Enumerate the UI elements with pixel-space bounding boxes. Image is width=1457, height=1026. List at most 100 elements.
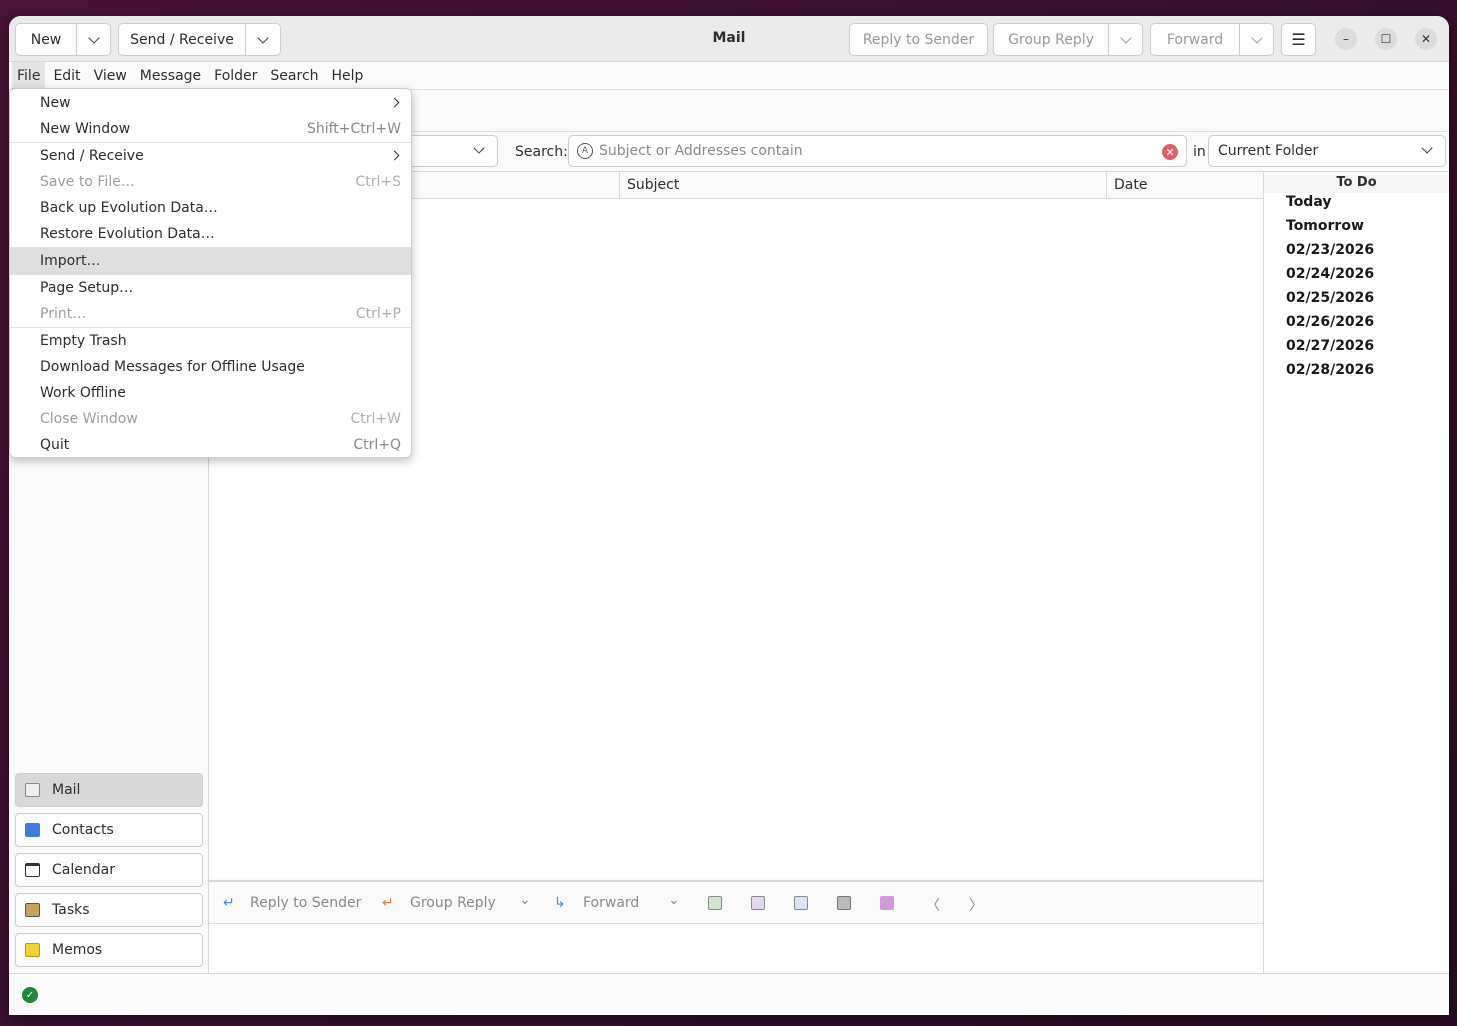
previous-icon[interactable]: 〈 [926, 895, 940, 915]
menu-item-label: Work Offline [40, 385, 126, 401]
switcher-tasks[interactable]: Tasks [15, 893, 203, 927]
column-divider [619, 172, 620, 199]
menu-item-label: Empty Trash [40, 333, 127, 349]
menu-item-label: Print… [40, 306, 87, 322]
search-label: Search: [515, 144, 568, 160]
column-date[interactable]: Date [1114, 177, 1147, 193]
close-button[interactable]: ✕ [1415, 28, 1437, 50]
file-menu-quit[interactable]: Quit Ctrl+Q [10, 432, 411, 458]
chevron-down-icon [473, 142, 485, 154]
menu-edit[interactable]: Edit [48, 62, 85, 90]
file-menu-new[interactable]: New [10, 90, 411, 116]
todo-item[interactable]: Tomorrow [1286, 218, 1364, 234]
file-menu-restore[interactable]: Restore Evolution Data… [10, 221, 411, 247]
chevron-down-icon[interactable]: ⌄ [519, 892, 531, 908]
group-reply-button[interactable]: Group Reply [993, 23, 1109, 56]
search-scope-combo[interactable]: Current Folder [1208, 135, 1446, 167]
preview-forward-button[interactable]: Forward [583, 895, 639, 911]
file-menu-print[interactable]: Print… Ctrl+P [10, 301, 411, 327]
todo-item[interactable]: 02/26/2026 [1286, 314, 1374, 330]
send-receive-dropdown-button[interactable] [246, 23, 281, 56]
image-icon[interactable] [880, 896, 894, 910]
column-divider [1106, 172, 1107, 199]
todo-item[interactable]: 02/27/2026 [1286, 338, 1374, 354]
menu-file[interactable]: File [12, 62, 46, 90]
menu-item-label: Send / Receive [40, 148, 144, 164]
switcher-memos[interactable]: Memos [15, 933, 203, 967]
todo-item[interactable]: 02/23/2026 [1286, 242, 1374, 258]
not-junk-icon[interactable] [794, 896, 808, 910]
next-icon[interactable]: 〉 [969, 895, 983, 915]
contacts-icon [25, 823, 40, 837]
menu-item-label: Download Messages for Offline Usage [40, 359, 305, 375]
delete-icon[interactable] [837, 896, 851, 910]
group-reply-dropdown-button[interactable] [1109, 23, 1143, 56]
switcher-mail[interactable]: Mail [15, 773, 203, 807]
file-menu-new-window[interactable]: New Window Shift+Ctrl+W [10, 116, 411, 142]
chevron-down-icon [1250, 31, 1263, 44]
preview-reply-to-sender-button[interactable]: Reply to Sender [250, 895, 361, 911]
menu-message[interactable]: Message [135, 62, 206, 90]
menu-folder[interactable]: Folder [209, 62, 262, 90]
chevron-right-icon [389, 150, 400, 161]
menu-view[interactable]: View [89, 62, 132, 90]
switcher-contacts[interactable]: Contacts [15, 813, 203, 847]
file-menu-dropdown: New New Window Shift+Ctrl+W Send / Receiv… [9, 88, 412, 458]
todo-item[interactable]: 02/24/2026 [1286, 266, 1374, 282]
file-menu-close-window[interactable]: Close Window Ctrl+W [10, 406, 411, 432]
menu-item-label: Restore Evolution Data… [40, 226, 215, 242]
file-menu-import[interactable]: Import… [10, 248, 411, 274]
menu-help[interactable]: Help [327, 62, 369, 90]
new-button-label: New [30, 31, 62, 48]
reply-to-sender-button[interactable]: Reply to Sender [849, 23, 988, 56]
forward-dropdown-button[interactable] [1240, 23, 1274, 56]
new-dropdown-button[interactable] [77, 23, 111, 56]
junk-icon[interactable] [751, 896, 765, 910]
chevron-down-icon[interactable]: ⌄ [668, 892, 680, 908]
menu-item-label: Import… [40, 253, 101, 269]
search-input[interactable]: A Subject or Addresses contain ✕ [568, 135, 1187, 167]
chevron-down-icon [257, 31, 269, 44]
online-status-icon: ✓ [22, 987, 38, 1003]
forward-icon: ↳ [554, 895, 566, 911]
menu-search[interactable]: Search [265, 62, 323, 90]
file-menu-back-up[interactable]: Back up Evolution Data… [10, 195, 411, 221]
file-menu-page-setup[interactable]: Page Setup… [10, 275, 411, 301]
todo-item[interactable]: Today [1286, 194, 1331, 210]
in-label: in [1193, 144, 1206, 160]
forward-button[interactable]: Forward [1150, 23, 1240, 56]
menu-shortcut: Ctrl+P [355, 306, 401, 322]
todo-item[interactable]: 02/25/2026 [1286, 290, 1374, 306]
reply-to-sender-label: Reply to Sender [862, 31, 975, 48]
file-menu-save-to-file[interactable]: Save to File… Ctrl+S [10, 169, 411, 195]
search-icon: A [577, 143, 593, 159]
close-icon: ✕ [1420, 32, 1432, 46]
file-menu-download-offline[interactable]: Download Messages for Offline Usage [10, 354, 411, 380]
file-menu-work-offline[interactable]: Work Offline [10, 380, 411, 406]
hamburger-menu-button[interactable]: ☰ [1281, 23, 1316, 56]
forward-label: Forward [1166, 31, 1224, 48]
switcher-contacts-label: Contacts [52, 822, 114, 838]
preview-group-reply-button[interactable]: Group Reply [410, 895, 496, 911]
column-subject[interactable]: Subject [627, 177, 679, 193]
clear-search-icon[interactable]: ✕ [1162, 144, 1178, 160]
menu-item-label: Quit [40, 437, 70, 453]
todo-title: To Do [1264, 175, 1449, 193]
reply-icon: ↵ [223, 895, 235, 911]
archive-icon[interactable] [708, 896, 722, 910]
menu-item-label: Close Window [40, 411, 138, 427]
todo-item[interactable]: 02/28/2026 [1286, 362, 1374, 378]
search-placeholder: Subject or Addresses contain [599, 143, 803, 159]
new-button[interactable]: New [15, 23, 77, 56]
calendar-icon [25, 863, 40, 877]
chevron-right-icon [389, 97, 400, 108]
menu-shortcut: Ctrl+S [355, 174, 401, 190]
switcher-calendar[interactable]: Calendar [15, 853, 203, 887]
maximize-button[interactable]: ☐ [1375, 28, 1397, 50]
file-menu-send-receive[interactable]: Send / Receive [10, 143, 411, 169]
file-menu-empty-trash[interactable]: Empty Trash [10, 328, 411, 354]
minimize-button[interactable]: – [1335, 28, 1357, 50]
send-receive-button[interactable]: Send / Receive [118, 23, 246, 56]
group-reply-icon: ↵ [382, 895, 394, 911]
preview-toolbar: ↵ Reply to Sender ↵ Group Reply ⌄ ↳ Forw… [209, 880, 1263, 924]
